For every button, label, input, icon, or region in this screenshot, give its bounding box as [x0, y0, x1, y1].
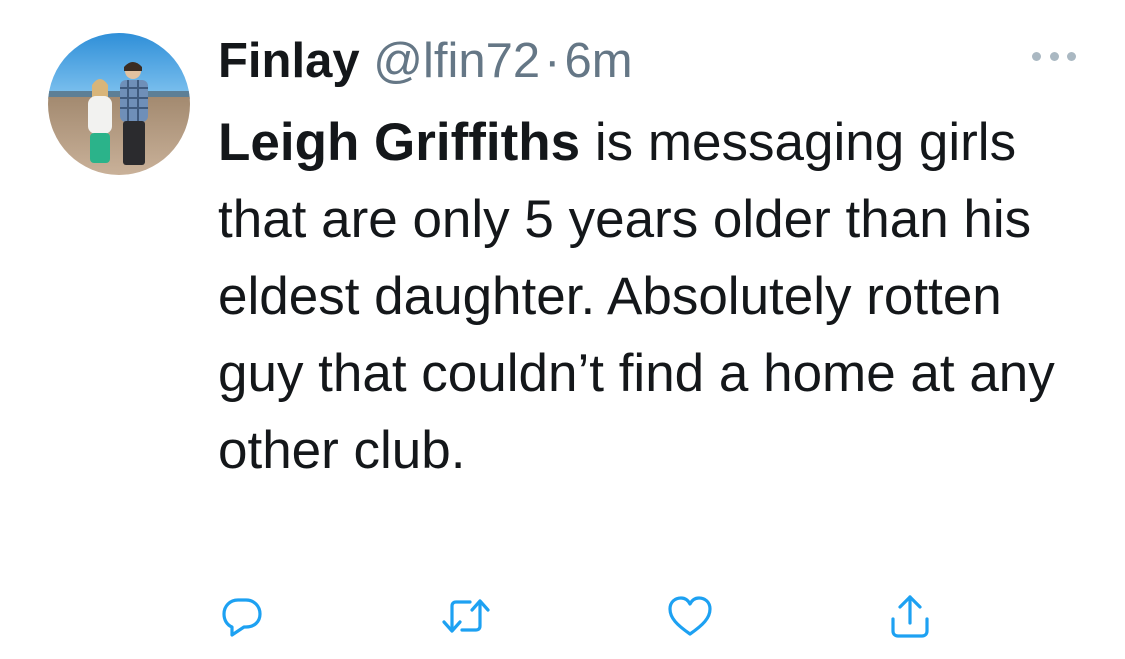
- tweet-header: Finlay @lfin72·6m: [218, 26, 633, 96]
- user-handle[interactable]: @lfin72: [373, 34, 540, 88]
- tweet-time[interactable]: 6m: [564, 34, 632, 88]
- heart-icon: [668, 596, 712, 636]
- avatar[interactable]: [48, 33, 190, 175]
- share-icon: [891, 595, 929, 638]
- tweet[interactable]: Finlay @lfin72·6m Leigh Griffiths is mes…: [0, 0, 1125, 659]
- share-button[interactable]: [884, 590, 936, 642]
- more-dot: [1049, 51, 1059, 61]
- retweet-icon: [442, 599, 490, 633]
- bold-name: Leigh Griffiths: [218, 113, 581, 172]
- separator-dot: ·: [544, 34, 561, 88]
- reply-icon: [222, 598, 262, 637]
- more-dot: [1032, 51, 1041, 61]
- display-name[interactable]: Finlay: [218, 34, 360, 88]
- more-dot: [1067, 51, 1076, 61]
- like-button[interactable]: [664, 590, 716, 642]
- action-bar: [0, 590, 1125, 650]
- tweet-text: Leigh Griffiths is messaging girls that …: [218, 104, 1068, 489]
- reply-button[interactable]: [216, 590, 268, 642]
- retweet-button[interactable]: [440, 590, 492, 642]
- more-horizontal-icon[interactable]: [1032, 46, 1076, 66]
